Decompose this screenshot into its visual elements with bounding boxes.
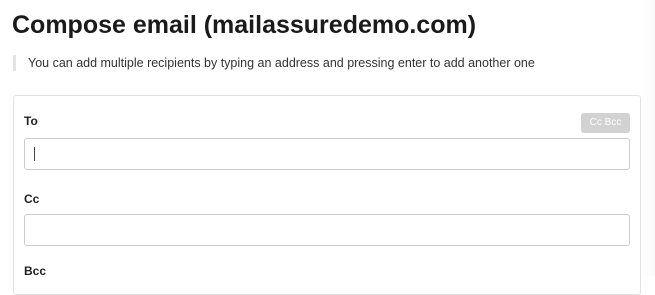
cc-label: Cc	[24, 192, 40, 206]
to-label: To	[24, 114, 38, 128]
page-title: Compose email (mailassuredemo.com)	[12, 11, 477, 39]
compose-form: To Cc Bcc Cc Bcc	[13, 95, 641, 295]
text-caret	[34, 147, 35, 161]
to-input[interactable]	[24, 138, 630, 170]
info-note: You can add multiple recipients by typin…	[13, 55, 535, 71]
info-text: You can add multiple recipients by typin…	[28, 56, 535, 70]
edge-shadow	[643, 0, 655, 276]
cc-bcc-button[interactable]: Cc Bcc	[581, 113, 630, 133]
cc-input[interactable]	[24, 214, 630, 246]
